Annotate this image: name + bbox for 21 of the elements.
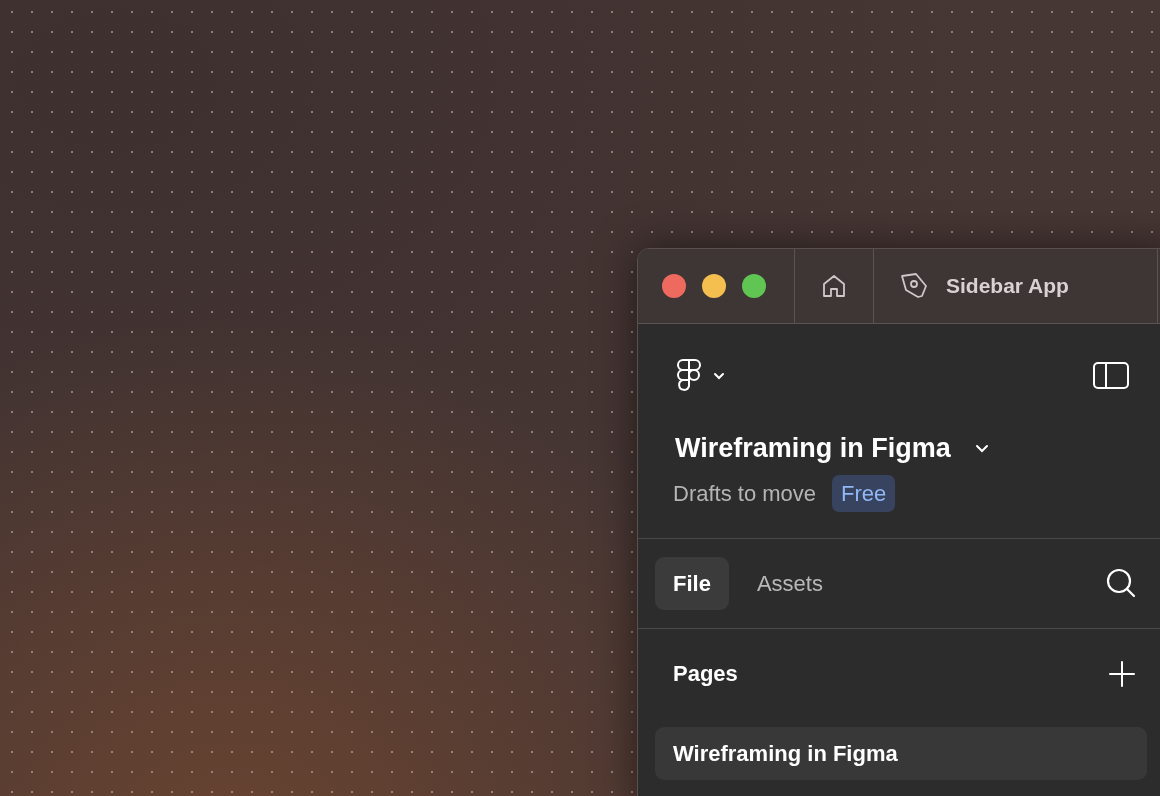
- pen-tool-icon: [900, 272, 928, 300]
- home-button[interactable]: [821, 273, 847, 299]
- zoom-button[interactable]: [742, 274, 766, 298]
- sidebar-toggle-icon[interactable]: [1093, 362, 1129, 390]
- tab-title: Sidebar App: [946, 273, 1069, 300]
- close-button[interactable]: [662, 274, 686, 298]
- panel-tab[interactable]: File: [655, 556, 729, 610]
- figma-logo-icon: [675, 358, 703, 394]
- chevron-down-icon: [713, 372, 725, 380]
- chevron-down-icon[interactable]: [974, 443, 989, 453]
- search-icon[interactable]: [1106, 568, 1136, 598]
- section-heading: Pages: [673, 660, 738, 688]
- file-title: Wireframing in Figma: [675, 432, 951, 465]
- add-icon[interactable]: [1108, 659, 1136, 688]
- panel-tab[interactable]: Assets: [738, 556, 841, 610]
- page-item[interactable]: Wireframing in Figma: [655, 726, 1147, 780]
- file-location: Drafts to move: [673, 479, 817, 508]
- minimize-button[interactable]: [702, 274, 726, 298]
- document-tab[interactable]: Sidebar App: [874, 249, 1158, 323]
- home-icon: [821, 273, 847, 299]
- plan-label: Free: [832, 474, 896, 512]
